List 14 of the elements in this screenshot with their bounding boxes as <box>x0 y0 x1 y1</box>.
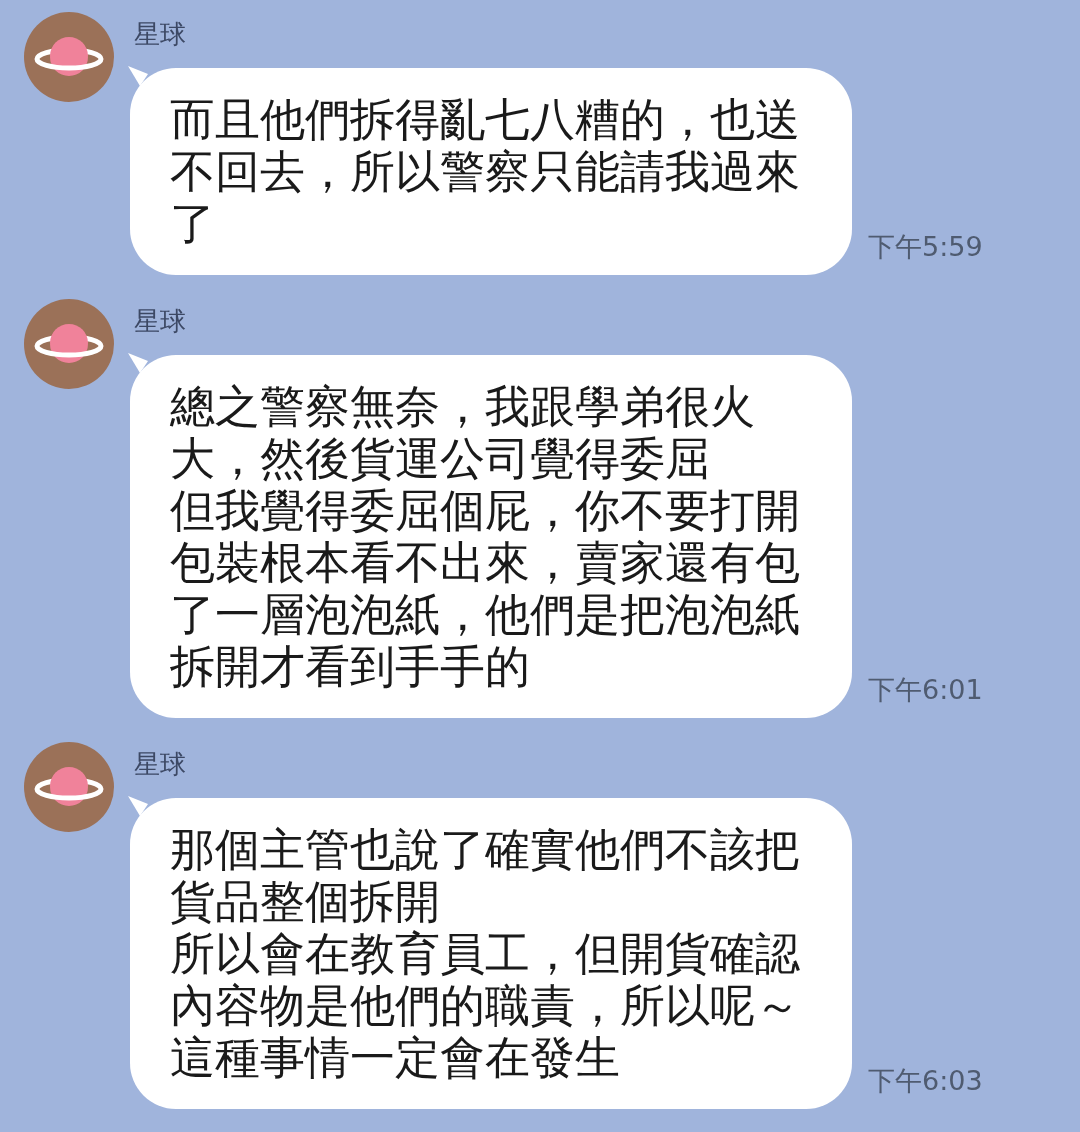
planet-avatar-icon[interactable] <box>24 299 114 389</box>
planet-avatar-icon[interactable] <box>24 742 114 832</box>
sender-name: 星球 <box>134 305 187 338</box>
message-text: 但我覺得委屈個屁，你不要打開包裝根本看不出來，賣家還有包了一層泡泡紙，他們是把泡泡紙拆開才看到手手的 <box>170 485 801 693</box>
message-time: 下午6:03 <box>868 1064 983 1098</box>
message-text: 那個主管也說了確實他們不該把貨品整個拆開 <box>170 824 801 928</box>
message-text: 總之警察無奈，我跟學弟很火大，然後貨運公司覺得委屈 <box>170 381 756 485</box>
sender-name: 星球 <box>134 18 187 51</box>
message-text: 而且他們拆得亂七八糟的，也送不回去，所以警察只能請我過來了 <box>170 94 801 250</box>
message-time: 下午6:01 <box>868 673 983 707</box>
planet-avatar-icon[interactable] <box>24 12 114 102</box>
message-time: 下午5:59 <box>868 230 983 264</box>
message-text: 所以會在教育員工，但開貨確認內容物是他們的職責，所以呢～這種事情一定會在發生 <box>170 928 801 1084</box>
sender-name: 星球 <box>134 748 187 781</box>
